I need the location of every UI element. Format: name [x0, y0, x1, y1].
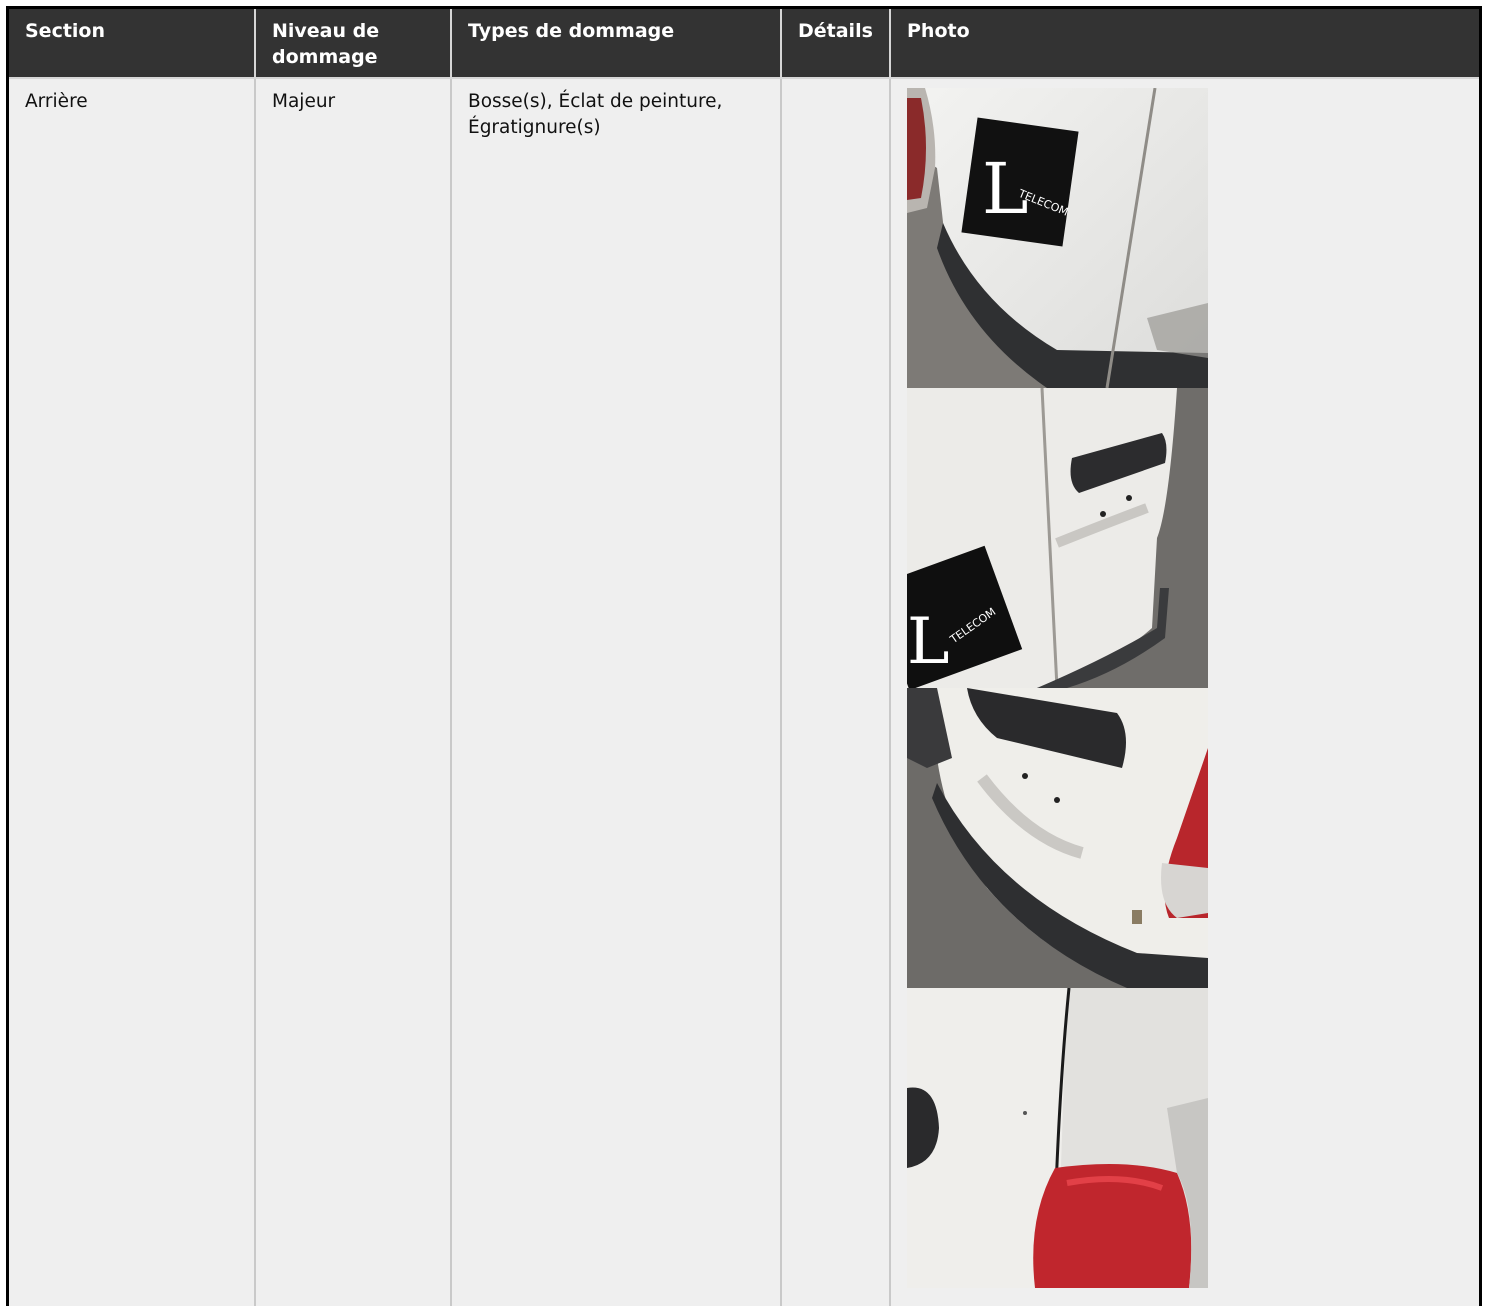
header-damage-level: Niveau de dommage [255, 9, 452, 79]
cell-details [781, 78, 891, 1306]
damage-table: Section Niveau de dommage Types de domma… [9, 9, 1479, 1306]
report-frame: Section Niveau de dommage Types de domma… [6, 6, 1482, 1306]
logo-letter: L [907, 605, 950, 679]
damage-photo-2[interactable]: L TELECOM [907, 388, 1208, 688]
cell-section: Arrière [9, 78, 256, 1306]
damage-photo-4[interactable] [907, 988, 1208, 1288]
damage-photo-1[interactable]: L TELECOM [907, 88, 1208, 388]
header-section: Section [9, 9, 256, 79]
header-photo: Photo [890, 9, 1479, 79]
photo-stack: L TELECOM L TELECOM [907, 88, 1208, 1288]
cell-damage-level: Majeur [255, 78, 452, 1306]
header-damage-types: Types de dommage [451, 9, 782, 79]
cell-photos: L TELECOM L TELECOM [890, 78, 1479, 1306]
header-details: Détails [781, 9, 891, 79]
table-header-row: Section Niveau de dommage Types de domma… [9, 9, 1479, 79]
damage-photo-3[interactable] [907, 688, 1208, 988]
cell-damage-types: Bosse(s), Éclat de peinture, Égratignure… [451, 78, 782, 1306]
table-row: Arrière Majeur Bosse(s), Éclat de peintu… [9, 78, 1479, 1306]
